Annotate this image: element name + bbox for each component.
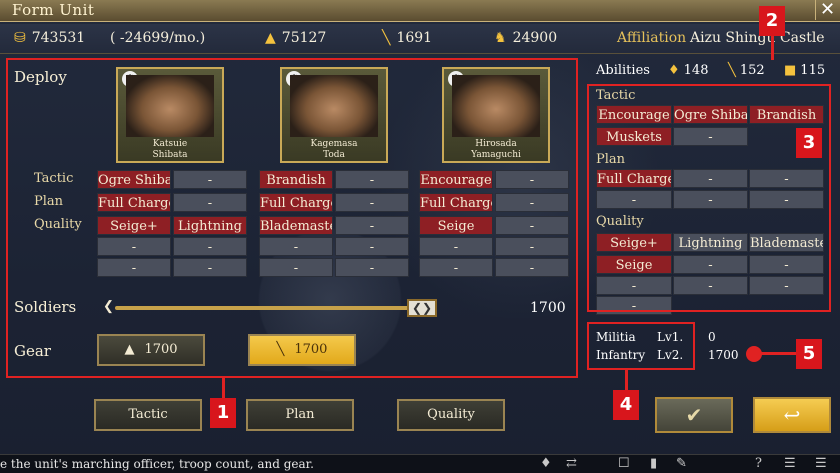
power-stat: ♦ 148 (668, 63, 708, 78)
food-value: 75127 (281, 30, 327, 46)
arms-value: 1691 (396, 30, 433, 46)
unit-icon[interactable]: ♦ (540, 456, 552, 471)
command-icon[interactable]: ▮ (650, 456, 657, 471)
attack-stat: ╲ 152 (728, 63, 765, 78)
callout-box-1 (6, 58, 578, 378)
tactic-button[interactable]: Tactic (94, 399, 202, 431)
attack-value: 152 (739, 63, 765, 78)
callout-box-3 (587, 84, 831, 312)
gold-rate: ( -24699/mo.) (110, 30, 206, 46)
officer-icon[interactable]: ☐ (618, 456, 630, 471)
flame-icon: ♦ (668, 63, 680, 78)
callout-badge-4: 4 (613, 390, 639, 420)
infantry-count: 1700 (708, 348, 739, 362)
callout-line-1 (222, 378, 225, 398)
food-icon: ▲ (265, 30, 276, 46)
callout-badge-5: 5 (796, 339, 822, 369)
swap-icon[interactable]: ⇄ (566, 456, 577, 471)
power-value: 148 (683, 63, 709, 78)
troops-resource: ♞ 24900 (494, 30, 557, 46)
status-hint: e the unit's marching officer, troop cou… (0, 457, 314, 471)
spear-icon: ╲ (382, 30, 391, 46)
militia-count: 0 (708, 330, 716, 344)
defense-value: 115 (800, 63, 826, 78)
gold-resource: ⛁ 743531 (14, 30, 85, 46)
defense-stat: ■ 115 (784, 63, 825, 78)
callout-badge-3: 3 (796, 128, 822, 158)
checkmark-icon: ✔ (685, 403, 703, 427)
confirm-button[interactable]: ✔ (655, 397, 733, 433)
callout-line-2 (771, 36, 774, 60)
gold-value: 743531 (31, 30, 86, 46)
close-button[interactable]: ✕ (815, 0, 839, 20)
arms-resource: ╲ 1691 (382, 30, 432, 46)
status-bar: e the unit's marching officer, troop cou… (0, 454, 840, 473)
food-resource: ▲ 75127 (265, 30, 326, 46)
abilities-bar: Abilities ♦ 148 ╲ 152 ■ 115 (588, 60, 832, 82)
quality-button[interactable]: Quality (397, 399, 505, 431)
edit-icon[interactable]: ✎ (676, 456, 687, 471)
return-arrow-icon: ↩ (783, 403, 801, 427)
callout-badge-2: 2 (759, 6, 785, 36)
coins-icon: ⛁ (14, 30, 26, 46)
shield-icon: ■ (784, 63, 797, 78)
title-bar: Form Unit ✕ (0, 0, 840, 22)
help-icon[interactable]: ? (755, 456, 762, 471)
resource-bar: ⛁ 743531 ( -24699/mo.) ▲ 75127 ╲ 1691 ♞ 2490… (0, 24, 840, 54)
abilities-label: Abilities (596, 63, 650, 78)
affiliation-value: Aizu Shingu Castle (690, 30, 825, 46)
spear-icon: ╲ (728, 63, 736, 78)
window-title: Form Unit (12, 1, 95, 19)
callout-badge-1: 1 (210, 398, 236, 428)
troops-value: 24900 (512, 30, 558, 46)
troops-icon: ♞ (494, 30, 507, 46)
callout-line-5 (760, 352, 796, 355)
plan-button[interactable]: Plan (246, 399, 354, 431)
affiliation-label: Affiliation (617, 30, 687, 46)
callout-line-4 (625, 370, 628, 390)
back-button[interactable]: ↩ (753, 397, 831, 433)
list-icon[interactable]: ☰ (784, 456, 796, 471)
callout-box-4 (587, 322, 695, 370)
menu-icon[interactable]: ☰ (815, 456, 827, 471)
